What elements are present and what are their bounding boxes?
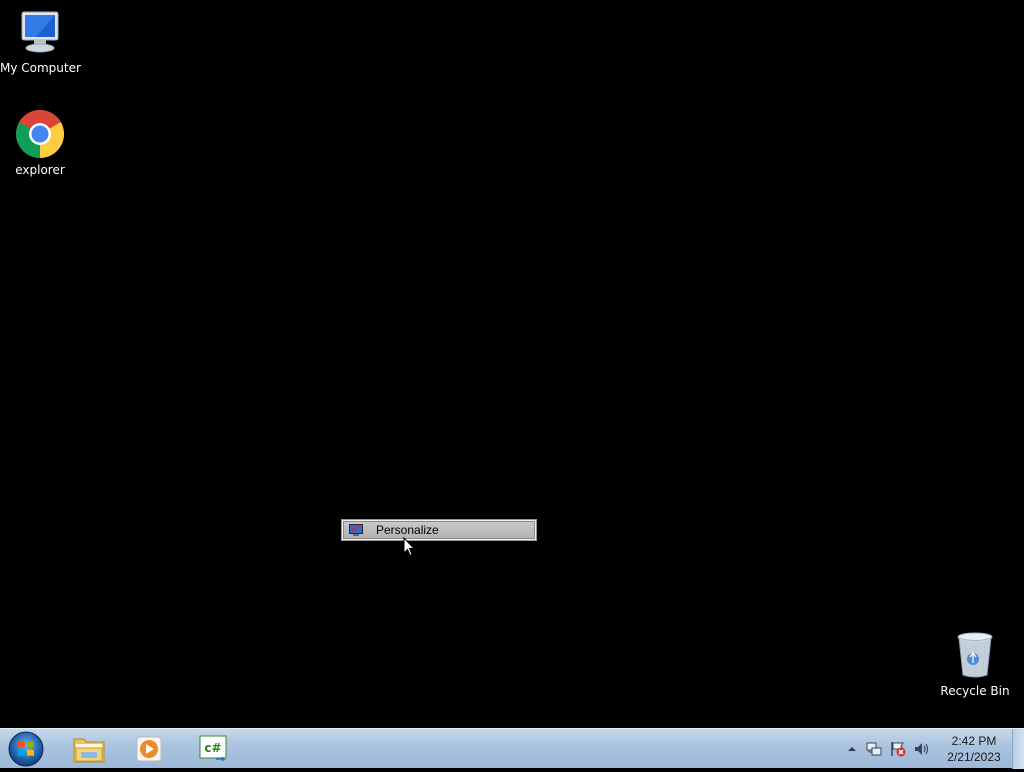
context-menu-item-personalize[interactable]: Personalize xyxy=(343,521,535,539)
desktop-icon-recycle-bin[interactable]: Recycle Bin xyxy=(935,631,1015,698)
network-icon[interactable] xyxy=(865,740,883,758)
windows-start-icon xyxy=(8,731,44,767)
desktop-icon-label: My Computer xyxy=(0,61,81,75)
computer-icon xyxy=(16,8,64,56)
context-menu: Personalize xyxy=(341,519,537,541)
desktop-icon-explorer[interactable]: explorer xyxy=(0,109,80,177)
clock-date: 2/21/2023 xyxy=(947,750,1001,764)
csharp-icon: c# xyxy=(199,735,227,762)
show-hidden-icons-icon[interactable] xyxy=(843,740,861,758)
desktop-icon-my-computer[interactable]: My Computer xyxy=(0,8,81,75)
taskbar-media-player-button[interactable] xyxy=(121,731,177,767)
media-player-icon xyxy=(136,736,162,762)
desktop-icon-label: explorer xyxy=(15,163,65,177)
taskbar-csharp-button[interactable]: c# xyxy=(185,731,241,767)
system-clock[interactable]: 2:42 PM 2/21/2023 xyxy=(940,733,1008,765)
desktop-icon-label: Recycle Bin xyxy=(940,684,1010,698)
start-button[interactable] xyxy=(6,730,46,768)
taskbar-explorer-button[interactable] xyxy=(61,731,117,767)
folder-icon xyxy=(73,738,105,763)
taskbar: c# 2:42 PM 2/21/2023 xyxy=(0,728,1024,769)
mouse-cursor-icon xyxy=(403,536,416,561)
clock-time: 2:42 PM xyxy=(951,734,997,748)
csharp-badge: c# xyxy=(204,741,221,755)
chrome-icon xyxy=(15,109,65,158)
action-center-icon[interactable] xyxy=(889,740,907,758)
recycle-bin-icon xyxy=(951,631,999,679)
context-menu-item-label: Personalize xyxy=(376,523,439,537)
personalize-icon xyxy=(348,522,364,538)
show-desktop-button[interactable] xyxy=(1012,729,1024,769)
volume-icon[interactable] xyxy=(913,740,931,758)
desktop[interactable]: My Computer explorer Recycle Bin Persona… xyxy=(0,0,1024,728)
